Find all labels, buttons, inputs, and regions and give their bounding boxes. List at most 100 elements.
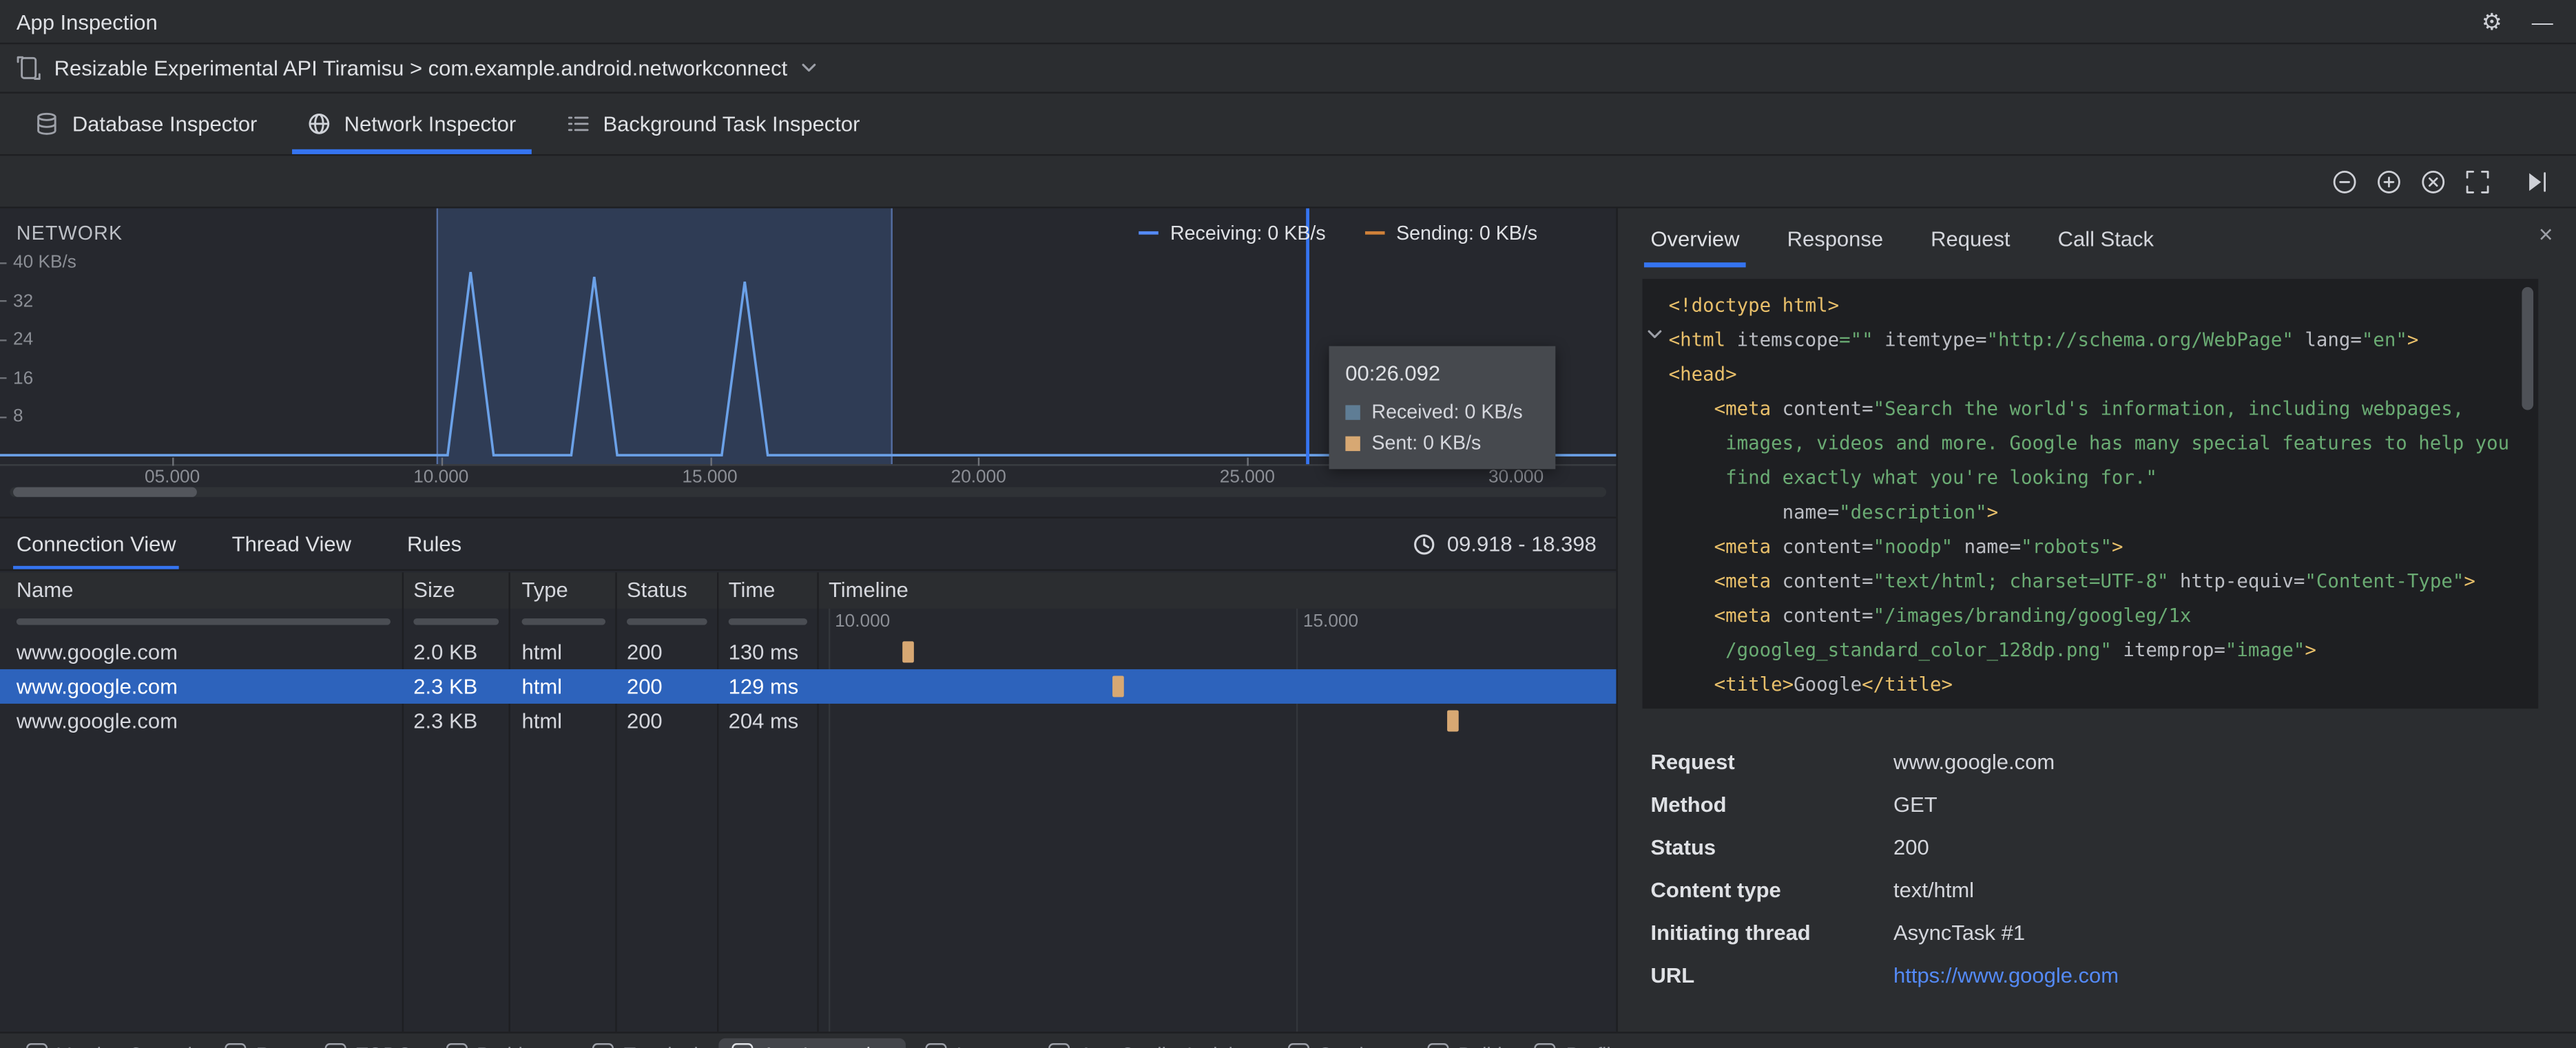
zoom-out-button[interactable] [2325,163,2365,202]
jump-to-live-button[interactable] [2517,163,2556,202]
x-axis-label: 25.000 [1219,467,1275,488]
bottom-bar: Version Control Run TODO Problems Terminal Ap… [0,1031,2576,1048]
titlebar: App Inspection ⚙ — [0,0,2576,45]
code-line: <meta content="text/html; charset=UTF-8"… [1714,569,2475,592]
tab-label: Rules [406,531,462,556]
process-selector[interactable]: Resizable Experimental API Tiramisu > co… [0,44,2576,94]
tool-window-button-problems[interactable]: Problems [433,1038,573,1048]
tool-window-button-build[interactable]: Build [1414,1038,1515,1048]
sending-line-swatch [1364,231,1385,235]
column-timeline[interactable]: Timeline [829,578,908,602]
legend-sending: Sending: 0 KB/s [1364,222,1537,244]
code-line: name="description"> [1782,500,1999,523]
close-icon[interactable]: × [2539,222,2553,249]
process-selector-label: Resizable Experimental API Tiramisu > co… [54,55,788,81]
tool-window-button-version-control[interactable]: Version Control [13,1038,205,1048]
column-scroll-indicator [728,618,808,625]
column-size[interactable]: Size [413,578,455,602]
timeline-request-marker [902,641,915,663]
code-line: <meta content="Search the world's inform… [1714,397,2464,420]
tool-window-button-app-inspection[interactable]: App Inspection [718,1037,906,1048]
cell-type: html [521,674,563,699]
column-time[interactable]: Time [729,578,776,602]
connections-tab-bar: Connection View Thread View Rules 09.918… [0,518,1617,571]
table-row[interactable]: www.google.com 2.3 KB html 200 204 ms [0,704,1616,738]
tool-window-label: TODO [356,1042,413,1048]
tool-window-button-todo[interactable]: TODO [312,1038,426,1048]
logcat-icon [925,1043,947,1048]
code-line: <meta content="/images/branding/googleg/… [1714,603,2192,627]
url-link[interactable]: https://www.google.com [1893,963,2119,987]
tab-call-stack[interactable]: Call Stack [2058,209,2154,268]
run-icon [225,1043,247,1048]
detail-label: Content type [1650,877,1781,903]
code-line: images, videos and more. Google has many… [1668,431,2510,454]
column-name[interactable]: Name [17,578,74,602]
tool-window-button-services[interactable]: Services [1274,1038,1407,1048]
code-scrollbar-thumb[interactable] [2522,286,2534,410]
tab-overview[interactable]: Overview [1643,209,1747,268]
detail-value: GET [1893,792,1938,817]
app-inspection-window: App Inspection ⚙ — Resizable Experimenta… [0,0,2576,1048]
tool-window-button-run[interactable]: Run [211,1038,305,1048]
x-axis-tickmark [1247,457,1249,466]
detail-row-content-type: Content type text/html [1650,877,2549,902]
tool-window-button-profiler[interactable]: Profiler [1521,1038,1641,1048]
code-line: <title>Google</title> [1714,672,1953,696]
reset-zoom-button[interactable] [2413,163,2453,202]
chart-crosshair [1306,208,1309,465]
column-type[interactable]: Type [522,578,568,602]
legend-receiving-label: Receiving: 0 KB/s [1170,221,1326,244]
table-header [0,572,1617,609]
tab-response[interactable]: Response [1787,209,1883,268]
tool-window-label: App Inspection [762,1042,893,1048]
detail-row-method: Method GET [1650,793,2549,817]
response-preview[interactable]: <!doctype html> <html itemscope="" itemty… [1642,278,2539,709]
tooltip-sent-label: Sent: 0 KB/s [1371,431,1482,454]
column-scroll-indicator [16,618,391,625]
detail-row-url: URL https://www.google.com [1650,963,2549,987]
app-quality-insights-icon [1048,1043,1070,1048]
column-status[interactable]: Status [627,578,687,602]
detail-label: Request [1650,749,1735,775]
services-icon [1287,1043,1309,1048]
detail-tab-bar: Overview Response Request Call Stack × [1618,209,2576,268]
minimize-icon[interactable]: — [2532,9,2553,34]
detail-value: text/html [1893,877,1975,903]
tab-network-inspector[interactable]: Network Inspector [282,94,541,154]
timeline-ruler-label: 10.000 [835,611,891,632]
tab-thread-view[interactable]: Thread View [232,518,351,569]
tab-database-inspector[interactable]: Database Inspector [10,94,282,154]
x-axis-label: 10.000 [413,467,469,488]
timeline-request-marker [1447,710,1460,732]
tool-window-button-terminal[interactable]: Terminal [579,1038,711,1048]
terminal-icon [592,1043,614,1048]
cell-name: www.google.com [16,709,178,733]
time-range: 09.918 - 18.398 [1413,532,1597,556]
receiving-line-swatch [1139,231,1159,235]
settings-gear-icon[interactable]: ⚙ [2482,8,2502,35]
tab-rules[interactable]: Rules [407,518,461,569]
table-row[interactable]: www.google.com 2.0 KB html 200 130 ms [0,635,1616,669]
cell-type: html [521,709,563,733]
tab-background-task-inspector[interactable]: Background Task Inspector [541,94,884,154]
zoom-to-selection-button[interactable] [2458,163,2497,202]
tool-window-button-app-quality-insights[interactable]: App Quality Insights [1035,1038,1268,1048]
tool-window-button-logcat[interactable]: Logcat [912,1038,1028,1048]
tool-window-label: Build [1458,1042,1502,1048]
tab-connection-view[interactable]: Connection View [13,518,180,569]
chart-hscrollbar-thumb[interactable] [13,487,197,497]
tool-window-label: Services [1319,1042,1395,1048]
y-axis-tick: 40 KB/s [0,253,76,272]
tab-label: Response [1787,225,1884,251]
zoom-in-button[interactable] [2369,163,2409,202]
app-inspection-icon [731,1043,753,1048]
table-row[interactable]: www.google.com 2.3 KB html 200 129 ms [0,669,1617,704]
request-detail-panel: Overview Response Request Call Stack × <… [1616,208,2576,1048]
time-range-label: 09.918 - 18.398 [1446,531,1597,556]
x-axis-tickmark [441,457,443,466]
code-content: <!doctype html> <html itemscope="" itemty… [1669,289,2522,709]
fold-chevron-icon[interactable] [1648,330,1662,339]
chart-hscrollbar-track[interactable] [10,487,1607,497]
tab-request[interactable]: Request [1931,209,2010,268]
